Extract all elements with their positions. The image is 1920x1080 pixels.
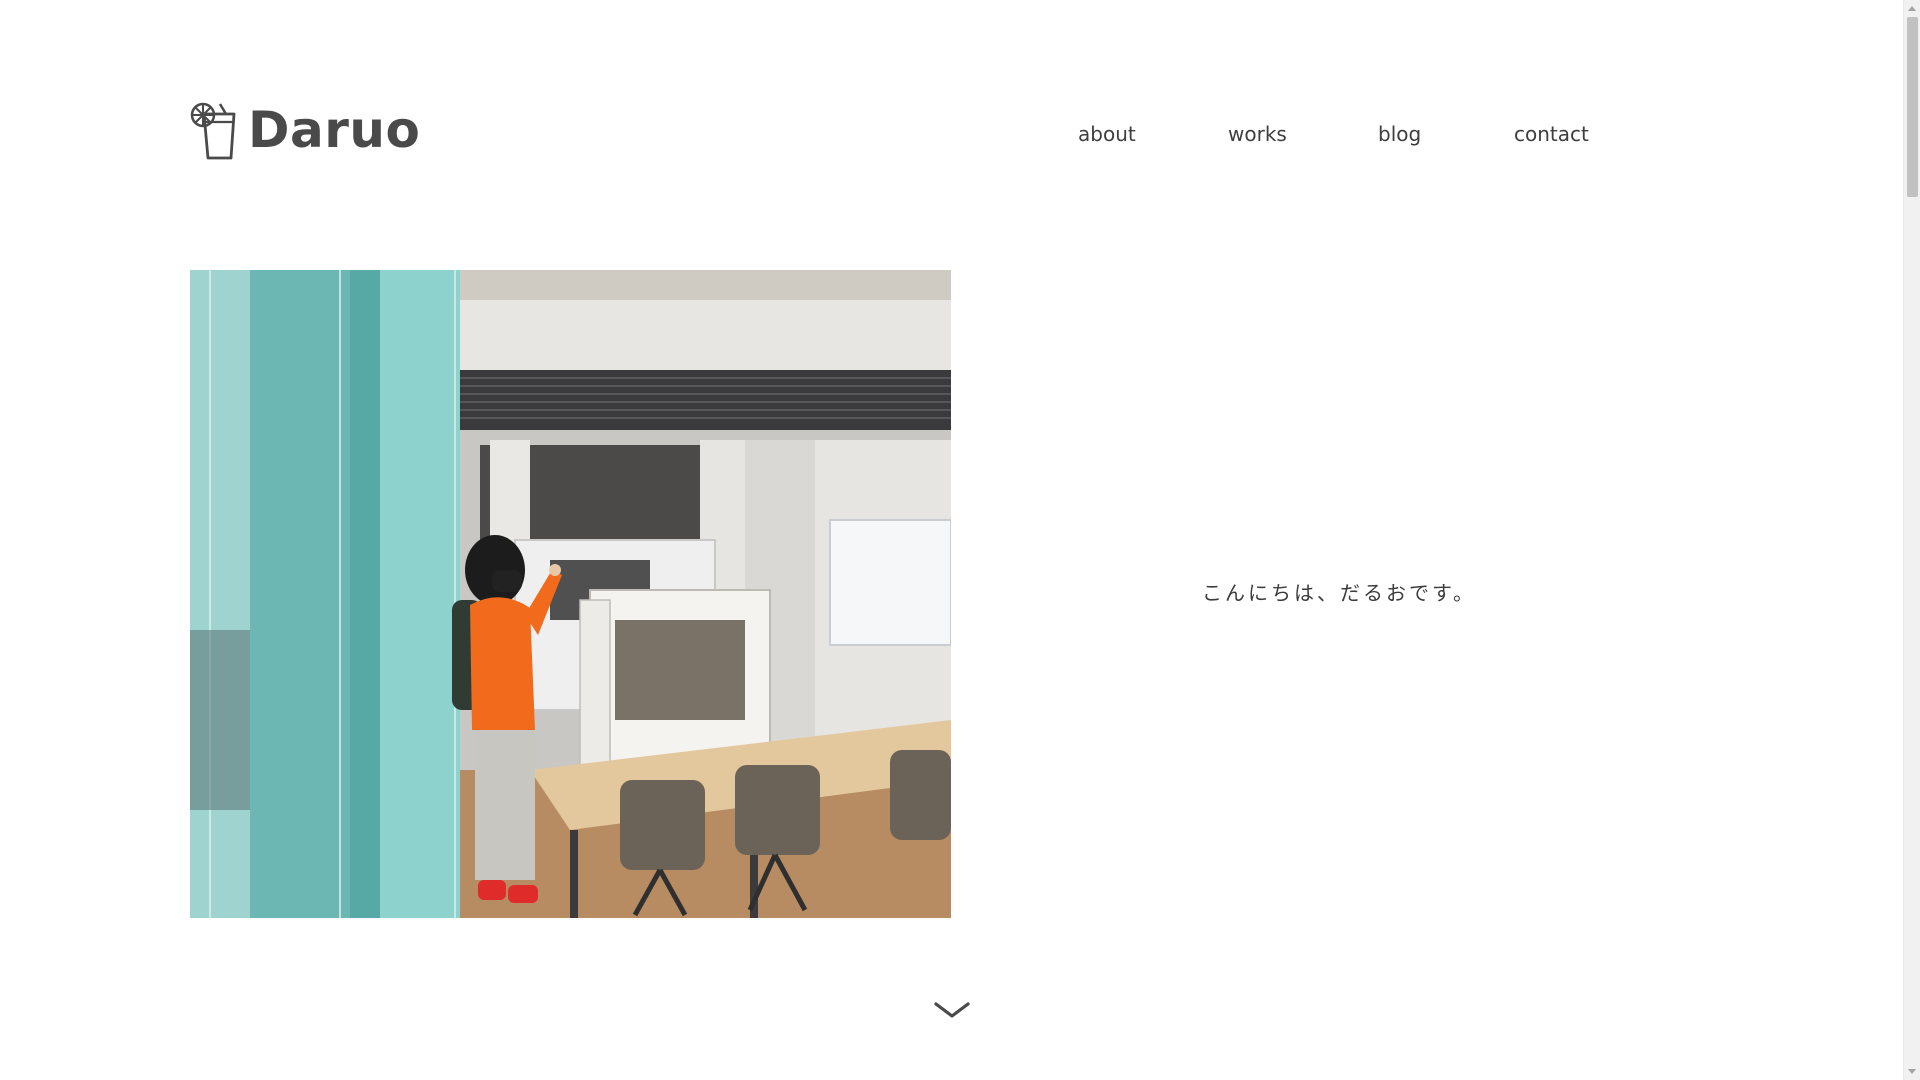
logo-link[interactable]: Daruo xyxy=(190,100,420,160)
scrollbar-thumb[interactable] xyxy=(1907,17,1918,197)
nav-item-contact[interactable]: contact xyxy=(1514,120,1634,148)
site-header: Daruo about works blog contact xyxy=(190,100,1590,170)
hero-photo-illustration xyxy=(190,270,951,918)
nav-item-about[interactable]: about xyxy=(1078,120,1228,148)
hero-photo xyxy=(190,270,951,918)
nav-item-blog[interactable]: blog xyxy=(1378,120,1514,148)
scroll-up-arrow-icon[interactable] xyxy=(1908,6,1916,11)
chevron-down-icon[interactable] xyxy=(934,1000,970,1022)
nav-item-works[interactable]: works xyxy=(1228,120,1378,148)
vertical-scrollbar[interactable] xyxy=(1903,0,1920,1080)
hero-greeting: こんにちは、だるおです。 xyxy=(1202,581,1476,605)
main-nav: about works blog contact xyxy=(1078,120,1634,148)
scroll-down-arrow-icon[interactable] xyxy=(1908,1069,1916,1074)
page: Daruo about works blog contact こんにちは、だるお… xyxy=(0,0,1920,1080)
drink-cup-with-lemon-icon xyxy=(190,102,236,160)
logo-text: Daruo xyxy=(248,101,421,159)
